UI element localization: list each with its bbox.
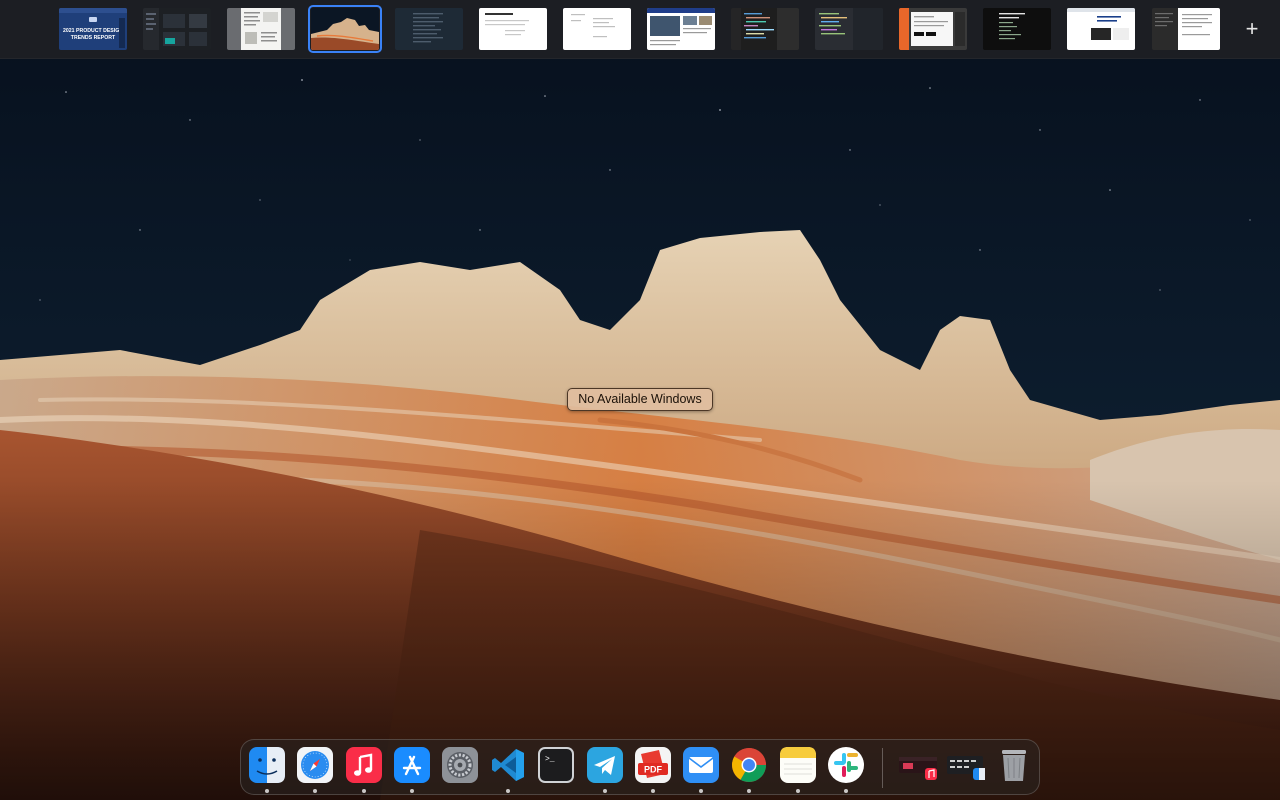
browser-preview-icon — [899, 8, 967, 50]
running-indicator — [796, 789, 800, 793]
space-thumbnail-5[interactable] — [395, 8, 463, 50]
gear-icon — [442, 747, 478, 783]
space-thumbnail-13[interactable] — [1067, 8, 1135, 50]
dock-item-music[interactable] — [345, 746, 383, 784]
no-available-windows-label: No Available Windows — [567, 388, 713, 411]
running-indicator — [651, 789, 655, 793]
chrome-icon — [732, 748, 766, 782]
minimized-window-icon — [947, 756, 985, 780]
notes-icon — [780, 747, 816, 783]
code-editor-preview-icon — [731, 8, 799, 50]
running-indicator — [603, 789, 607, 793]
dock-divider — [882, 748, 883, 788]
space-thumbnail-8[interactable] — [647, 8, 715, 50]
dock-item-system-preferences[interactable] — [441, 746, 479, 784]
trash-icon — [1002, 750, 1026, 781]
dock-item-vscode[interactable] — [489, 746, 527, 784]
mission-control-spaces-bar: 2021 PRODUCT DESIGN TRENDS REPORT + — [0, 0, 1280, 59]
dock: >_ PDF — [240, 739, 1040, 795]
dock-item-safari[interactable] — [296, 746, 334, 784]
dock-item-notes[interactable] — [779, 746, 817, 784]
news-site-preview-icon — [647, 8, 715, 50]
dock-item-mail[interactable] — [682, 746, 720, 784]
report-preview-icon: 2021 PRODUCT DESIGN TRENDS REPORT — [59, 8, 127, 50]
dock-item-trash[interactable] — [995, 746, 1033, 784]
app-store-icon — [394, 747, 430, 783]
running-indicator — [362, 789, 366, 793]
dock-item-app-store[interactable] — [393, 746, 431, 784]
finder-icon — [249, 747, 285, 783]
space-thumbnail-current[interactable] — [308, 5, 382, 53]
report-title-line-2: TRENDS REPORT — [71, 35, 116, 41]
dock-item-minimized-window[interactable] — [945, 746, 987, 784]
code-editor-preview-icon — [815, 8, 883, 50]
minimized-window-icon — [899, 757, 937, 780]
pdf-icon: PDF — [635, 747, 671, 783]
running-indicator — [313, 789, 317, 793]
white-document-preview-icon — [563, 8, 631, 50]
safari-icon — [297, 747, 333, 783]
dock-item-pdf-expert[interactable]: PDF — [634, 746, 672, 784]
space-thumbnail-6[interactable] — [479, 8, 547, 50]
split-document-preview-icon — [1152, 8, 1220, 50]
slack-icon — [828, 747, 864, 783]
dark-text-preview-icon — [395, 8, 463, 50]
desktop-wallpaper-preview-icon — [311, 8, 379, 50]
dark-app-preview-icon — [143, 8, 211, 50]
document-preview-icon — [227, 8, 295, 50]
dock-item-slack[interactable] — [827, 746, 865, 784]
terminal-icon: >_ — [538, 747, 574, 783]
space-thumbnail-14[interactable] — [1152, 8, 1220, 50]
dock-item-terminal[interactable]: >_ — [537, 746, 575, 784]
dock-item-telegram[interactable] — [586, 746, 624, 784]
mail-icon — [683, 747, 719, 783]
running-indicator — [410, 789, 414, 793]
dock-item-minimized-music[interactable] — [897, 746, 939, 784]
running-indicator — [747, 789, 751, 793]
white-document-preview-icon — [479, 8, 547, 50]
pdf-label: PDF — [644, 765, 663, 775]
telegram-icon — [587, 747, 623, 783]
space-thumbnail-10[interactable] — [815, 8, 883, 50]
space-thumbnail-12[interactable] — [983, 8, 1051, 50]
terminal-preview-icon — [983, 8, 1051, 50]
add-desktop-button[interactable]: + — [1241, 18, 1263, 40]
vscode-icon — [492, 749, 524, 781]
space-thumbnail-3[interactable] — [227, 8, 295, 50]
dock-item-finder[interactable] — [248, 746, 286, 784]
running-indicator — [265, 789, 269, 793]
white-document-preview-icon — [1067, 8, 1135, 50]
running-indicator — [699, 789, 703, 793]
space-thumbnail-1[interactable]: 2021 PRODUCT DESIGN TRENDS REPORT — [59, 8, 127, 50]
dock-item-chrome[interactable] — [730, 746, 768, 784]
music-icon — [346, 747, 382, 783]
running-indicator — [506, 789, 510, 793]
space-thumbnail-2[interactable] — [143, 8, 211, 50]
space-thumbnail-11[interactable] — [899, 8, 967, 50]
running-indicator — [844, 789, 848, 793]
report-title-line-1: 2021 PRODUCT DESIGN — [63, 28, 123, 34]
space-thumbnail-9[interactable] — [731, 8, 799, 50]
terminal-prompt-text: >_ — [545, 755, 555, 764]
space-thumbnail-7[interactable] — [563, 8, 631, 50]
